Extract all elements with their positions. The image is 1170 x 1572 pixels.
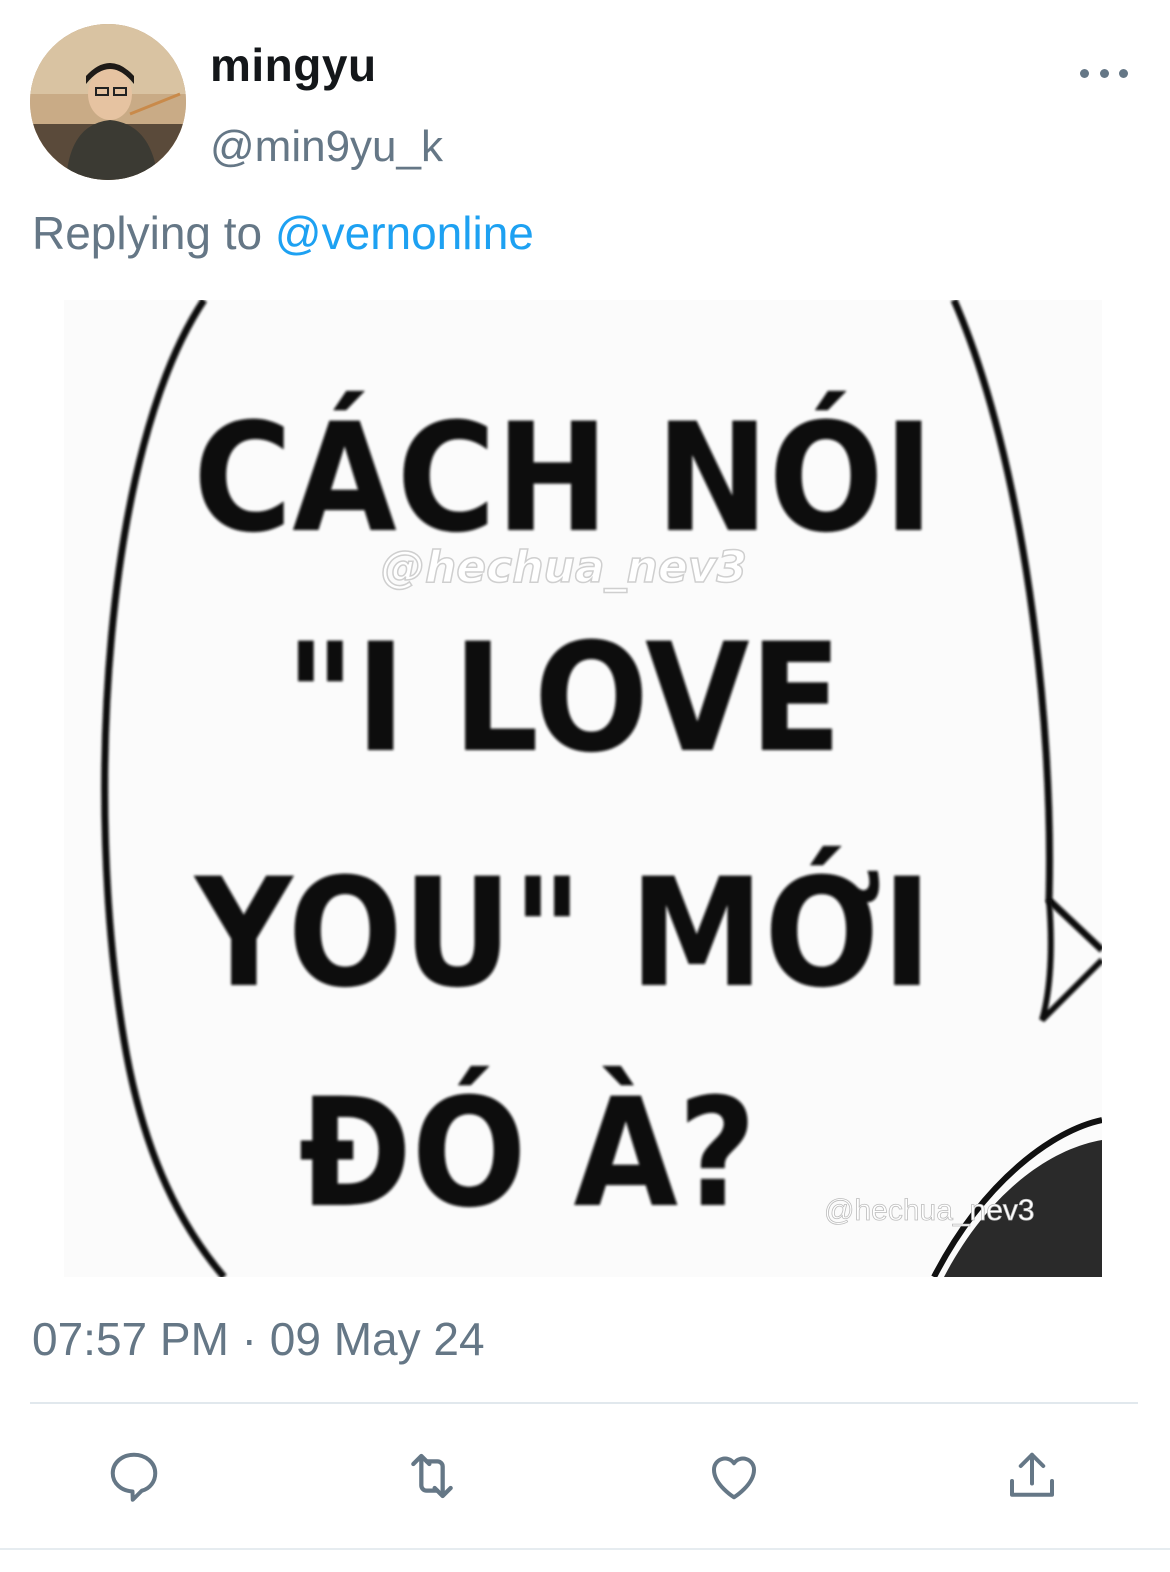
divider bbox=[30, 1402, 1138, 1404]
watermark-center: @hechua_nev3 bbox=[381, 542, 747, 593]
heart-icon bbox=[711, 1456, 757, 1500]
media-line-4: ĐÓ À? bbox=[299, 1065, 757, 1241]
avatar-photo bbox=[30, 24, 186, 180]
avatar[interactable] bbox=[30, 24, 186, 180]
reply-prefix: Replying to bbox=[32, 207, 263, 259]
share-icon bbox=[1010, 1452, 1054, 1497]
bottom-divider bbox=[0, 1548, 1170, 1550]
reply-to-link[interactable]: @vernonline bbox=[275, 207, 534, 259]
like-button[interactable] bbox=[702, 1444, 766, 1508]
media-line-2: "I LOVE bbox=[285, 611, 842, 785]
share-button[interactable] bbox=[1000, 1444, 1064, 1508]
retweet-icon bbox=[411, 1453, 453, 1499]
tweet-media-image[interactable]: CÁCH NÓI "I LOVE YOU" MỚI ĐÓ À? @hechua_… bbox=[64, 300, 1102, 1277]
tweet-timestamp[interactable]: 07:57 PM · 09 May 24 bbox=[32, 1312, 485, 1366]
retweet-button[interactable] bbox=[400, 1444, 464, 1508]
reply-button[interactable] bbox=[102, 1444, 166, 1508]
display-name[interactable]: mingyu bbox=[210, 38, 377, 92]
reply-icon bbox=[110, 1452, 158, 1502]
media-line-3: YOU" MỚI bbox=[193, 845, 932, 1021]
replying-to: Replying to @vernonline bbox=[32, 206, 534, 260]
media-line-1: CÁCH NÓI bbox=[193, 390, 934, 566]
watermark-corner: @hechua_nev3 bbox=[824, 1194, 1035, 1227]
more-options-icon[interactable] bbox=[1080, 58, 1128, 88]
user-handle[interactable]: @min9yu_k bbox=[210, 122, 443, 172]
